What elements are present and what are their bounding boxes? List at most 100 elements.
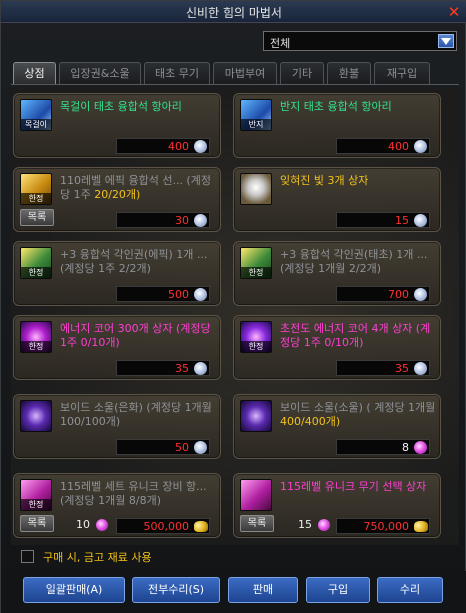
gold-icon (414, 521, 428, 532)
gold-icon (194, 521, 208, 532)
price-box: 8 (336, 439, 430, 455)
item-price: 35 (395, 362, 409, 375)
item-name: 잊혀진 빛 3개 상자 (280, 174, 369, 187)
silver-coin-icon (414, 140, 427, 153)
soul-gem-icon (96, 519, 108, 531)
list-button[interactable]: 목록 (20, 515, 54, 532)
silver-coin-icon (414, 288, 427, 301)
tab-shop[interactable]: 상점 (13, 62, 56, 84)
price-box: 400 (336, 138, 430, 154)
void-soul-icon (20, 400, 52, 432)
tab-rebuy[interactable]: 재구입 (374, 62, 430, 84)
ring-jar-icon: 반지 (240, 99, 272, 131)
title-bar[interactable]: 신비한 힘의 마법서 ✕ (1, 1, 466, 23)
item-price: 700 (388, 288, 409, 301)
shop-item-card[interactable]: 잊혀진 빛 3개 상자 15 (233, 167, 441, 232)
item-name: 에너지 코어 300개 상자 (계정당 1주 0/10개) (60, 322, 211, 349)
item-name: 110레벨 에픽 융합석 선... (계정당 1주 20/20개) (60, 174, 211, 201)
item-price: 400 (388, 140, 409, 153)
item-name: 초전도 에너지 코어 4개 상자 (계정당 1주 0/10개) (280, 322, 431, 349)
list-button[interactable]: 목록 (20, 209, 54, 226)
silver-coin-icon (194, 362, 207, 375)
shop-item-card[interactable]: 한정 초전도 에너지 코어 4개 상자 (계정당 1주 0/10개) 35 (233, 315, 441, 380)
close-icon[interactable]: ✕ (445, 3, 463, 21)
filter-selected: 전체 (270, 37, 291, 50)
plus3-engrave-ticket-icon: 한정 (240, 247, 272, 279)
item-price: 50 (175, 441, 189, 454)
price-box: 500 (116, 286, 210, 302)
tab-etc[interactable]: 기타 (280, 62, 324, 84)
shop-item-card[interactable]: 한정 115레벨 세트 유니크 장비 항... (계정당 1개월 8/8개) 목… (13, 473, 221, 538)
item-price: 750,000 (363, 520, 410, 533)
item-name: 보이드 소울(소울) ( 계정당 1개월 400/400개) (280, 401, 436, 428)
shop-window: 신비한 힘의 마법서 ✕ 전체 상점 입장권&소울 태초 무기 마법부여 기타 … (0, 0, 466, 613)
shop-item-card[interactable]: 한정 +3 융합석 각인권(태초) 1개 ... (계정당 1개월 2/2개) … (233, 241, 441, 306)
tab-refund[interactable]: 환불 (327, 62, 371, 84)
price-box: 500,000 (116, 518, 210, 534)
item-name: 보이드 소울(은화) (계정당 1개월 100/100개) (60, 401, 212, 428)
shop-item-card[interactable]: 목걸이 목걸이 태초 융합석 항아리 400 (13, 93, 221, 158)
repair-button[interactable]: 수리 (377, 577, 443, 603)
item-price: 35 (175, 362, 189, 375)
shop-item-card[interactable]: 한정 에너지 코어 300개 상자 (계정당 1주 0/10개) 35 (13, 315, 221, 380)
price-box: 700 (336, 286, 430, 302)
item-price: 30 (175, 214, 189, 227)
item-price: 500 (168, 288, 189, 301)
plus3-engrave-ticket-icon: 한정 (20, 247, 52, 279)
chevron-down-icon[interactable] (438, 34, 454, 48)
required-soul-count: 15 (298, 518, 312, 531)
silver-coin-icon (414, 214, 427, 227)
forgotten-light-box-icon (240, 173, 272, 205)
item-name: 115레벨 세트 유니크 장비 항... (계정당 1개월 8/8개) (60, 480, 207, 507)
shop-item-card[interactable]: 보이드 소울(소울) ( 계정당 1개월 400/400개) 8 (233, 394, 441, 459)
void-soul-icon (240, 400, 272, 432)
buy-button[interactable]: 구입 (306, 577, 370, 603)
item-price: 500,000 (143, 520, 190, 533)
price-box: 30 (116, 212, 210, 228)
sell-button[interactable]: 판매 (228, 577, 298, 603)
superconduct-core-box-icon: 한정 (240, 321, 272, 353)
necklace-jar-icon: 목걸이 (20, 99, 52, 131)
repair-all-button[interactable]: 전부수리(S) (132, 577, 220, 603)
epic-fusion-stone-box-icon: 한정 (20, 173, 52, 205)
item-name: +3 융합석 각인권(에픽) 1개 ... (계정당 1주 2/2개) (60, 248, 208, 275)
item-price: 8 (402, 441, 409, 454)
tab-enchant[interactable]: 마법부여 (213, 62, 277, 84)
silver-coin-icon (194, 140, 207, 153)
tab-primal-weapon[interactable]: 태초 무기 (144, 62, 210, 84)
price-box: 50 (116, 439, 210, 455)
item-name: 목걸이 태초 융합석 항아리 (60, 100, 182, 113)
shop-item-card[interactable]: 반지 반지 태초 융합석 항아리 400 (233, 93, 441, 158)
tab-ticket-soul[interactable]: 입장권&소울 (59, 62, 141, 84)
item-price: 400 (168, 140, 189, 153)
unique-weapon-box-icon (240, 479, 272, 511)
shop-item-card[interactable]: 한정 110레벨 에픽 융합석 선... (계정당 1주 20/20개) 목록 … (13, 167, 221, 232)
footer-button-bar: 일괄판매(A) 전부수리(S) 판매 구입 수리 (1, 571, 466, 613)
item-price: 15 (395, 214, 409, 227)
price-box: 35 (336, 360, 430, 376)
item-name: 반지 태초 융합석 항아리 (280, 100, 392, 113)
soul-gem-icon (318, 519, 330, 531)
tab-divider (11, 84, 459, 85)
silver-coin-icon (194, 214, 207, 227)
item-name: +3 융합석 각인권(태초) 1개 ... (계정당 1개월 2/2개) (280, 248, 428, 275)
soul-gem-icon (414, 441, 427, 454)
list-button[interactable]: 목록 (240, 515, 274, 532)
required-soul-count: 10 (76, 518, 90, 531)
shop-item-card[interactable]: 115레벨 유니크 무기 선택 상자 목록 15 750,000 (233, 473, 441, 538)
item-name: 115레벨 유니크 무기 선택 상자 (280, 480, 427, 493)
unique-equipment-jar-icon: 한정 (20, 479, 52, 511)
use-storage-label: 구매 시, 금고 재료 사용 (43, 551, 152, 564)
category-filter-dropdown[interactable]: 전체 (263, 31, 457, 51)
shop-tabs: 상점 입장권&소울 태초 무기 마법부여 기타 환불 재구입 (13, 62, 457, 84)
price-box: 35 (116, 360, 210, 376)
shop-item-card[interactable]: 보이드 소울(은화) (계정당 1개월 100/100개) 50 (13, 394, 221, 459)
energy-core-box-icon: 한정 (20, 321, 52, 353)
sell-all-button[interactable]: 일괄판매(A) (23, 577, 125, 603)
silver-coin-icon (414, 362, 427, 375)
price-box: 400 (116, 138, 210, 154)
shop-item-card[interactable]: 한정 +3 융합석 각인권(에픽) 1개 ... (계정당 1주 2/2개) 5… (13, 241, 221, 306)
silver-coin-icon (194, 441, 207, 454)
price-box: 750,000 (336, 518, 430, 534)
use-storage-checkbox[interactable] (21, 550, 34, 563)
